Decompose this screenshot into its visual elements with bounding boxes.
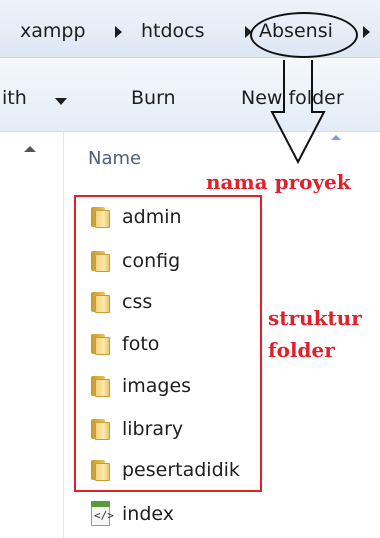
annotation-project-name: nama proyek (206, 170, 351, 194)
folder-structure-highlight-box (74, 195, 262, 492)
annotation-structure-line2: folder (268, 338, 335, 362)
annotation-structure-line1: struktur (268, 306, 362, 330)
